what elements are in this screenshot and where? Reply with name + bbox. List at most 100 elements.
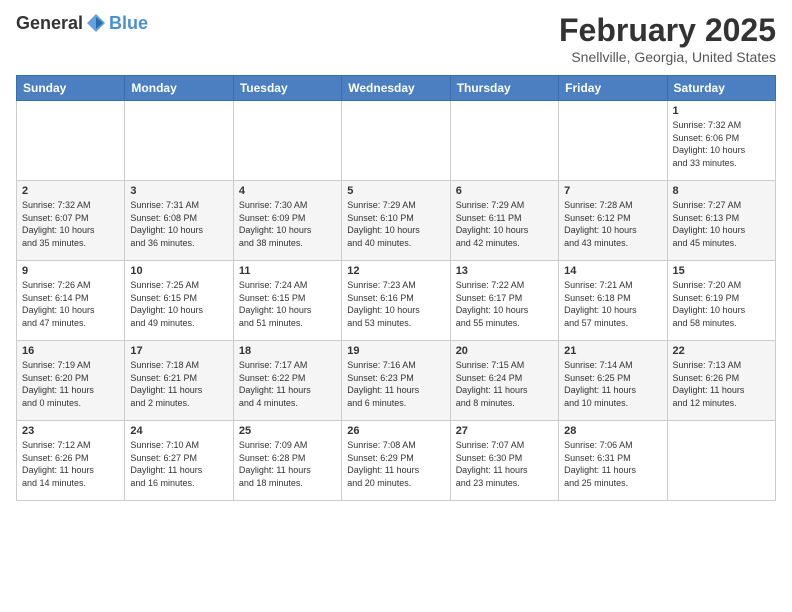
day-info: Sunrise: 7:07 AM Sunset: 6:30 PM Dayligh… <box>456 439 553 489</box>
day-number: 11 <box>239 265 336 277</box>
weekday-header-saturday: Saturday <box>667 76 775 101</box>
day-info: Sunrise: 7:19 AM Sunset: 6:20 PM Dayligh… <box>22 359 119 409</box>
page: General Blue February 2025 Snellville, G… <box>0 0 792 612</box>
day-info: Sunrise: 7:10 AM Sunset: 6:27 PM Dayligh… <box>130 439 227 489</box>
calendar-cell: 25 Sunrise: 7:09 AM Sunset: 6:28 PM Dayli… <box>233 421 341 501</box>
day-info: Sunrise: 7:23 AM Sunset: 6:16 PM Dayligh… <box>347 279 444 329</box>
week-row-3: 9 Sunrise: 7:26 AM Sunset: 6:14 PM Daylig… <box>17 261 776 341</box>
day-info: Sunrise: 7:28 AM Sunset: 6:12 PM Dayligh… <box>564 199 661 249</box>
weekday-header-wednesday: Wednesday <box>342 76 450 101</box>
calendar-cell: 23Sunrise: 7:12 AM Sunset: 6:26 PM Dayli… <box>17 421 125 501</box>
calendar-cell <box>667 421 775 501</box>
day-info: Sunrise: 7:29 AM Sunset: 6:10 PM Dayligh… <box>347 199 444 249</box>
month-title: February 2025 <box>559 12 776 49</box>
day-number: 3 <box>130 185 227 197</box>
day-number: 24 <box>130 425 227 437</box>
day-info: Sunrise: 7:22 AM Sunset: 6:17 PM Dayligh… <box>456 279 553 329</box>
calendar-cell <box>125 101 233 181</box>
title-section: February 2025 Snellville, Georgia, Unite… <box>559 12 776 65</box>
calendar-cell: 1 Sunrise: 7:32 AM Sunset: 6:06 PM Daylig… <box>667 101 775 181</box>
calendar-cell: 9 Sunrise: 7:26 AM Sunset: 6:14 PM Daylig… <box>17 261 125 341</box>
weekday-header-sunday: Sunday <box>17 76 125 101</box>
week-row-2: 2Sunrise: 7:32 AM Sunset: 6:07 PM Daylig… <box>17 181 776 261</box>
logo: General Blue <box>16 12 148 34</box>
day-info: Sunrise: 7:27 AM Sunset: 6:13 PM Dayligh… <box>673 199 770 249</box>
day-number: 16 <box>22 345 119 357</box>
weekday-header-row: SundayMondayTuesdayWednesdayThursdayFrid… <box>17 76 776 101</box>
day-info: Sunrise: 7:09 AM Sunset: 6:28 PM Dayligh… <box>239 439 336 489</box>
day-info: Sunrise: 7:16 AM Sunset: 6:23 PM Dayligh… <box>347 359 444 409</box>
day-number: 8 <box>673 185 770 197</box>
calendar-cell <box>450 101 558 181</box>
day-number: 9 <box>22 265 119 277</box>
calendar-cell: 16 Sunrise: 7:19 AM Sunset: 6:20 PM Dayli… <box>17 341 125 421</box>
day-info: Sunrise: 7:26 AM Sunset: 6:14 PM Dayligh… <box>22 279 119 329</box>
calendar-cell <box>233 101 341 181</box>
calendar-body: 1 Sunrise: 7:32 AM Sunset: 6:06 PM Daylig… <box>17 101 776 501</box>
day-info: Sunrise: 7:32 AM Sunset: 6:07 PM Dayligh… <box>22 199 119 249</box>
calendar-cell: 7 Sunrise: 7:28 AM Sunset: 6:12 PM Daylig… <box>559 181 667 261</box>
day-number: 21 <box>564 345 661 357</box>
day-info: Sunrise: 7:32 AM Sunset: 6:06 PM Dayligh… <box>673 119 770 169</box>
day-number: 15 <box>673 265 770 277</box>
day-info: Sunrise: 7:21 AM Sunset: 6:18 PM Dayligh… <box>564 279 661 329</box>
day-number: 18 <box>239 345 336 357</box>
calendar-cell: 15 Sunrise: 7:20 AM Sunset: 6:19 PM Dayli… <box>667 261 775 341</box>
day-number: 12 <box>347 265 444 277</box>
day-info: Sunrise: 7:06 AM Sunset: 6:31 PM Dayligh… <box>564 439 661 489</box>
day-info: Sunrise: 7:08 AM Sunset: 6:29 PM Dayligh… <box>347 439 444 489</box>
day-number: 27 <box>456 425 553 437</box>
day-number: 28 <box>564 425 661 437</box>
day-info: Sunrise: 7:12 AM Sunset: 6:26 PM Dayligh… <box>22 439 119 489</box>
calendar-cell: 14Sunrise: 7:21 AM Sunset: 6:18 PM Dayli… <box>559 261 667 341</box>
day-number: 26 <box>347 425 444 437</box>
calendar-cell <box>342 101 450 181</box>
calendar-cell <box>559 101 667 181</box>
logo-icon <box>85 12 107 34</box>
calendar-cell: 3 Sunrise: 7:31 AM Sunset: 6:08 PM Daylig… <box>125 181 233 261</box>
calendar-cell: 13 Sunrise: 7:22 AM Sunset: 6:17 PM Dayli… <box>450 261 558 341</box>
header: General Blue February 2025 Snellville, G… <box>16 12 776 65</box>
calendar-cell: 4Sunrise: 7:30 AM Sunset: 6:09 PM Daylig… <box>233 181 341 261</box>
calendar-cell: 24 Sunrise: 7:10 AM Sunset: 6:27 PM Dayli… <box>125 421 233 501</box>
day-info: Sunrise: 7:13 AM Sunset: 6:26 PM Dayligh… <box>673 359 770 409</box>
week-row-1: 1 Sunrise: 7:32 AM Sunset: 6:06 PM Daylig… <box>17 101 776 181</box>
calendar-cell: 28 Sunrise: 7:06 AM Sunset: 6:31 PM Dayli… <box>559 421 667 501</box>
day-info: Sunrise: 7:25 AM Sunset: 6:15 PM Dayligh… <box>130 279 227 329</box>
calendar-table: SundayMondayTuesdayWednesdayThursdayFrid… <box>16 75 776 501</box>
calendar-cell <box>17 101 125 181</box>
calendar-cell: 11 Sunrise: 7:24 AM Sunset: 6:15 PM Dayli… <box>233 261 341 341</box>
day-info: Sunrise: 7:29 AM Sunset: 6:11 PM Dayligh… <box>456 199 553 249</box>
day-info: Sunrise: 7:20 AM Sunset: 6:19 PM Dayligh… <box>673 279 770 329</box>
weekday-header-tuesday: Tuesday <box>233 76 341 101</box>
weekday-header-monday: Monday <box>125 76 233 101</box>
week-row-5: 23Sunrise: 7:12 AM Sunset: 6:26 PM Dayli… <box>17 421 776 501</box>
calendar-cell: 27 Sunrise: 7:07 AM Sunset: 6:30 PM Dayli… <box>450 421 558 501</box>
day-number: 20 <box>456 345 553 357</box>
day-number: 13 <box>456 265 553 277</box>
day-number: 4 <box>239 185 336 197</box>
day-number: 5 <box>347 185 444 197</box>
calendar-cell: 5 Sunrise: 7:29 AM Sunset: 6:10 PM Daylig… <box>342 181 450 261</box>
calendar-cell: 6Sunrise: 7:29 AM Sunset: 6:11 PM Daylig… <box>450 181 558 261</box>
day-number: 25 <box>239 425 336 437</box>
weekday-header-friday: Friday <box>559 76 667 101</box>
day-number: 10 <box>130 265 227 277</box>
calendar-cell: 2Sunrise: 7:32 AM Sunset: 6:07 PM Daylig… <box>17 181 125 261</box>
day-number: 7 <box>564 185 661 197</box>
calendar-cell: 26 Sunrise: 7:08 AM Sunset: 6:29 PM Dayli… <box>342 421 450 501</box>
calendar-cell: 12 Sunrise: 7:23 AM Sunset: 6:16 PM Dayli… <box>342 261 450 341</box>
day-info: Sunrise: 7:18 AM Sunset: 6:21 PM Dayligh… <box>130 359 227 409</box>
calendar-cell: 8 Sunrise: 7:27 AM Sunset: 6:13 PM Daylig… <box>667 181 775 261</box>
weekday-header-thursday: Thursday <box>450 76 558 101</box>
day-info: Sunrise: 7:24 AM Sunset: 6:15 PM Dayligh… <box>239 279 336 329</box>
logo-blue-text: Blue <box>109 13 148 33</box>
day-number: 1 <box>673 105 770 117</box>
calendar-cell: 20 Sunrise: 7:15 AM Sunset: 6:24 PM Dayli… <box>450 341 558 421</box>
calendar-cell: 18Sunrise: 7:17 AM Sunset: 6:22 PM Dayli… <box>233 341 341 421</box>
logo-general-text: General <box>16 13 83 34</box>
day-info: Sunrise: 7:15 AM Sunset: 6:24 PM Dayligh… <box>456 359 553 409</box>
calendar-cell: 22Sunrise: 7:13 AM Sunset: 6:26 PM Dayli… <box>667 341 775 421</box>
calendar-cell: 10 Sunrise: 7:25 AM Sunset: 6:15 PM Dayli… <box>125 261 233 341</box>
day-info: Sunrise: 7:31 AM Sunset: 6:08 PM Dayligh… <box>130 199 227 249</box>
